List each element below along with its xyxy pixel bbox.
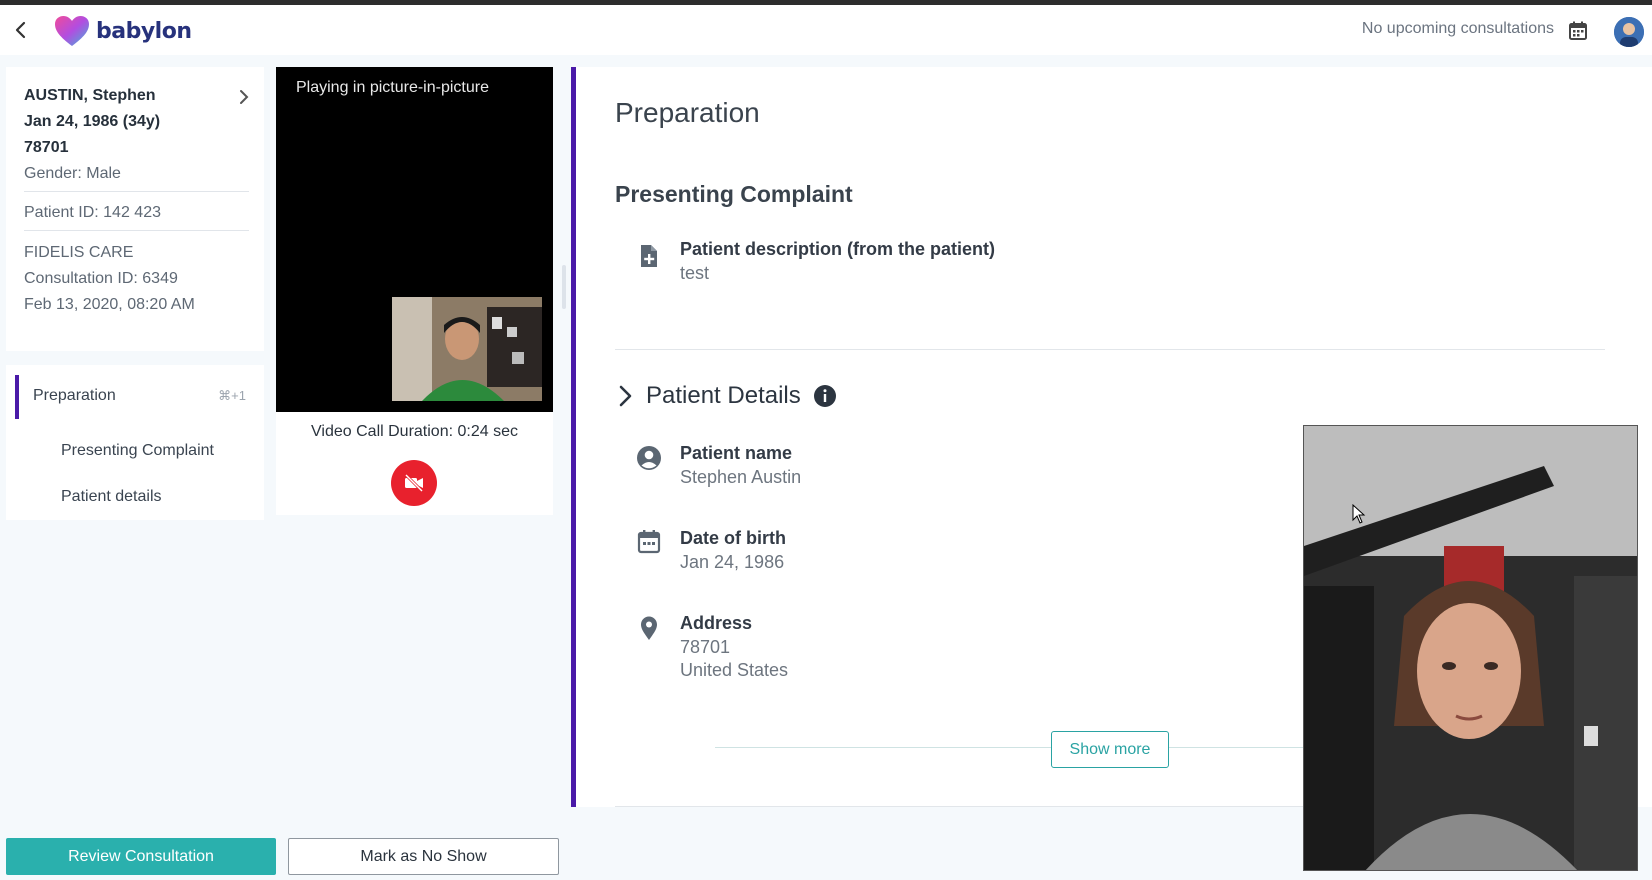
chevron-right-icon[interactable] [615,383,637,409]
upcoming-consultations-text: No upcoming consultations [1361,20,1554,37]
presenting-complaint-heading: Presenting Complaint [615,181,853,207]
patient-name-value: Stephen Austin [680,467,802,487]
nav-item-presenting-complaint[interactable]: Presenting Complaint [61,442,214,460]
top-bar: babylon No upcoming consultations [0,5,1652,55]
self-view-video[interactable] [392,297,542,401]
person-icon [636,445,662,471]
consultation-datetime: Feb 13, 2020, 08:20 AM [24,296,195,313]
insurer-name: FIDELIS CARE [24,244,134,261]
nav-active-indicator [15,375,19,419]
video-off-icon [404,473,424,493]
address-label: Address [680,613,753,633]
logo-text: babylon [96,18,192,44]
back-arrow-icon[interactable] [10,19,32,41]
mouse-cursor-icon [1352,504,1366,524]
document-add-icon [636,243,662,269]
address-line-1: 78701 [680,637,731,657]
pip-status-text: Playing in picture-in-picture [296,79,489,96]
patient-zip: 78701 [24,139,69,156]
address-line-2: United States [680,660,789,680]
call-duration: Video Call Duration: 0:24 sec [311,423,518,440]
show-more-button[interactable]: Show more [1051,731,1169,768]
patient-details-heading[interactable]: Patient Details [646,382,801,410]
patient-summary-card: AUSTIN, Stephen Jan 24, 1986 (34y) 78701… [6,67,264,351]
patient-name: AUSTIN, Stephen [24,87,156,104]
preparation-shortcut: ⌘+1 [218,388,246,403]
divider [24,230,249,231]
remote-video-placeholder[interactable]: Playing in picture-in-picture [276,67,553,412]
calendar-icon[interactable] [1567,20,1589,42]
patient-id: Patient ID: 142 423 [24,204,161,221]
divider [24,191,249,192]
user-avatar[interactable] [1614,17,1644,47]
patient-gender: Gender: Male [24,165,121,182]
babylon-logo[interactable]: babylon [54,14,192,48]
nav-item-patient-details[interactable]: Patient details [61,488,162,506]
mark-no-show-button[interactable]: Mark as No Show [288,838,559,875]
panel-resize-handle[interactable] [562,265,566,309]
video-call-panel: Playing in picture-in-picture Video Call… [276,67,553,515]
consultation-id: Consultation ID: 6349 [24,270,178,287]
info-icon[interactable] [813,384,837,408]
patient-description-value: test [680,263,710,283]
date-of-birth-label: Date of birth [680,528,786,548]
page-title: Preparation [615,97,760,128]
review-consultation-button[interactable]: Review Consultation [6,838,276,875]
section-nav: Preparation ⌘+1 Presenting Complaint Pat… [6,365,264,520]
end-video-call-button[interactable] [391,460,437,506]
patient-name-label: Patient name [680,443,793,463]
divider [615,349,1605,350]
calendar-icon [636,529,662,555]
patient-dob-age: Jan 24, 1986 (34y) [24,113,161,130]
chevron-right-icon[interactable] [236,89,252,105]
main-panel-accent-bar [571,67,576,807]
pip-remote-video[interactable] [1303,425,1638,871]
patient-description-label: Patient description (from the patient) [680,239,996,259]
heart-logo-icon [55,16,89,46]
location-pin-icon [636,615,662,641]
date-of-birth-value: Jan 24, 1986 [680,552,785,572]
nav-item-preparation[interactable]: Preparation [33,387,116,405]
